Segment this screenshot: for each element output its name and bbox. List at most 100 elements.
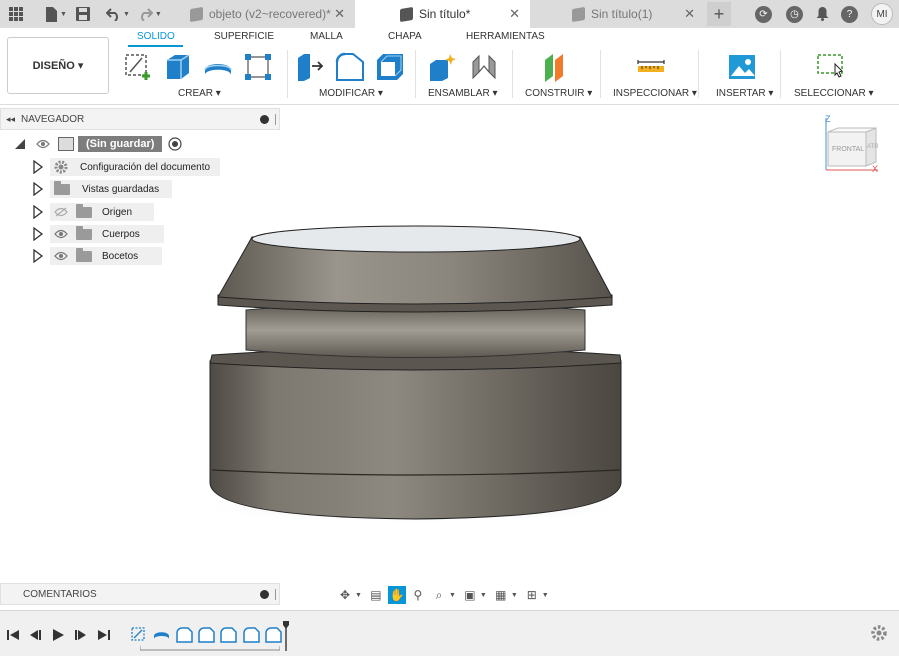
tab-chapa[interactable]: CHAPA: [388, 31, 422, 42]
timeline-fillet-icon[interactable]: [265, 626, 282, 643]
group-seleccionar[interactable]: SELECCIONAR ▾: [794, 88, 873, 99]
redo-icon[interactable]: [137, 5, 155, 23]
comments-panel-header[interactable]: COMENTARIOS: [0, 583, 280, 605]
extrude-icon[interactable]: [163, 52, 193, 82]
tree-root[interactable]: (Sin guardar): [14, 134, 183, 154]
timeline-fillet-icon[interactable]: [198, 626, 215, 643]
display-caret-icon[interactable]: ▼: [480, 592, 487, 599]
job-status-clock-icon[interactable]: ◷: [786, 5, 803, 23]
group-construir[interactable]: CONSTRUIR ▾: [525, 88, 592, 99]
timeline-settings-gear-icon[interactable]: [871, 625, 887, 641]
tree-item-cuerpos[interactable]: Cuerpos: [32, 224, 164, 244]
panel-resize-handle[interactable]: [275, 589, 276, 600]
tree-item-configuracion[interactable]: Configuración del documento: [32, 157, 220, 177]
fit-caret-icon[interactable]: ▼: [449, 592, 456, 599]
group-inspeccionar[interactable]: INSPECCIONAR ▾: [613, 88, 697, 99]
undo-icon[interactable]: [105, 5, 123, 23]
viewports-icon[interactable]: ⊞: [523, 586, 541, 604]
lower-cylinder[interactable]: [209, 360, 622, 520]
expand-right-icon[interactable]: [32, 205, 44, 219]
close-icon[interactable]: ✕: [684, 6, 695, 22]
go-to-start-icon[interactable]: [6, 628, 20, 642]
expand-right-icon[interactable]: [32, 249, 44, 263]
timeline-marker-handle[interactable]: [283, 621, 289, 651]
grid-icon[interactable]: ▦: [492, 586, 510, 604]
add-comment-icon[interactable]: [260, 590, 269, 599]
play-icon[interactable]: [51, 628, 65, 642]
orbit-caret-icon[interactable]: ▼: [355, 592, 362, 599]
timeline-revolve-icon[interactable]: [153, 626, 170, 643]
pan-hand-icon[interactable]: ✋: [387, 586, 406, 604]
root-component-label[interactable]: (Sin guardar): [78, 136, 163, 152]
eye-icon[interactable]: [54, 251, 68, 261]
shell-icon[interactable]: [375, 52, 405, 82]
tab-sin-titulo-1[interactable]: Sin título(1) ✕: [530, 0, 705, 28]
activate-radio-icon[interactable]: [168, 137, 183, 151]
zoom-icon[interactable]: ⚲: [409, 586, 427, 604]
tab-superficie[interactable]: SUPERFICIE: [214, 31, 274, 42]
group-modificar[interactable]: MODIFICAR ▾: [319, 88, 383, 99]
tree-item-bocetos[interactable]: Bocetos: [32, 246, 162, 266]
tab-malla[interactable]: MALLA: [310, 31, 343, 42]
tab-sin-titulo[interactable]: Sin título* ✕: [355, 0, 530, 28]
panel-pin-icon[interactable]: [260, 115, 269, 124]
viewports-caret-icon[interactable]: ▼: [542, 592, 549, 599]
file-menu-caret-icon[interactable]: ▼: [60, 11, 67, 18]
group-insertar[interactable]: INSERTAR ▾: [716, 88, 773, 99]
step-forward-icon[interactable]: [74, 628, 88, 642]
view-cube[interactable]: Z FRONTAL ATR X: [822, 114, 882, 176]
create-sketch-icon[interactable]: [124, 52, 154, 82]
look-at-icon[interactable]: ▤: [367, 586, 385, 604]
press-pull-icon[interactable]: [295, 52, 325, 82]
timeline-sketch-icon[interactable]: [131, 626, 148, 643]
view-cube-frontal-label[interactable]: FRONTAL: [832, 146, 864, 153]
timeline-fillet-icon[interactable]: [243, 626, 260, 643]
eye-icon[interactable]: [54, 229, 68, 239]
fillet-icon[interactable]: [335, 52, 365, 82]
close-icon[interactable]: ✕: [334, 6, 345, 22]
group-ensamblar[interactable]: ENSAMBLAR ▾: [428, 88, 497, 99]
window-select-icon[interactable]: [815, 52, 845, 82]
expand-right-icon[interactable]: [32, 160, 44, 174]
fit-icon[interactable]: ⌕: [430, 586, 448, 604]
top-face[interactable]: [251, 225, 581, 253]
grid-caret-icon[interactable]: ▼: [511, 592, 518, 599]
tab-herramientas[interactable]: HERRAMIENTAS: [466, 31, 545, 42]
tab-objeto[interactable]: objeto (v2~recovered)* ✕: [180, 0, 355, 28]
display-settings-icon[interactable]: ▣: [461, 586, 479, 604]
tree-item-vistas[interactable]: Vistas guardadas: [32, 179, 172, 199]
expand-right-icon[interactable]: [32, 182, 44, 196]
pattern-icon[interactable]: [243, 52, 273, 82]
go-to-end-icon[interactable]: [97, 628, 111, 642]
eye-icon[interactable]: [36, 139, 50, 149]
insert-image-icon[interactable]: [727, 52, 757, 82]
apps-grid-icon[interactable]: [7, 5, 25, 23]
orbit-icon[interactable]: ✥: [336, 586, 354, 604]
joint-icon[interactable]: [469, 52, 499, 82]
new-component-icon[interactable]: [428, 52, 458, 82]
collapse-icon[interactable]: ◂◂: [6, 114, 15, 125]
extensions-icon[interactable]: ⟳: [755, 5, 772, 23]
close-icon[interactable]: ✕: [509, 6, 520, 22]
file-icon[interactable]: [42, 5, 60, 23]
offset-plane-icon[interactable]: [542, 52, 572, 82]
step-back-icon[interactable]: [28, 628, 42, 642]
new-tab-plus-icon[interactable]: +: [707, 2, 731, 26]
eye-hidden-icon[interactable]: [54, 207, 68, 217]
help-icon[interactable]: ?: [841, 5, 858, 23]
redo-caret-icon[interactable]: ▼: [155, 11, 162, 18]
navigator-header[interactable]: ◂◂ NAVEGADOR: [0, 108, 280, 130]
workspace-switcher-button[interactable]: DISEÑO ▾: [7, 37, 109, 94]
group-crear[interactable]: CREAR ▾: [178, 88, 221, 99]
view-cube-side-label[interactable]: ATR: [867, 144, 879, 150]
timeline-fillet-icon[interactable]: [220, 626, 237, 643]
timeline-fillet-icon[interactable]: [176, 626, 193, 643]
save-icon[interactable]: [74, 5, 92, 23]
measure-icon[interactable]: [636, 52, 666, 82]
user-avatar[interactable]: MI: [871, 3, 893, 25]
panel-resize-handle[interactable]: [275, 114, 276, 125]
expand-down-icon[interactable]: [14, 138, 26, 150]
revolve-icon[interactable]: [203, 52, 233, 82]
undo-caret-icon[interactable]: ▼: [123, 11, 130, 18]
notifications-bell-icon[interactable]: [813, 5, 831, 23]
